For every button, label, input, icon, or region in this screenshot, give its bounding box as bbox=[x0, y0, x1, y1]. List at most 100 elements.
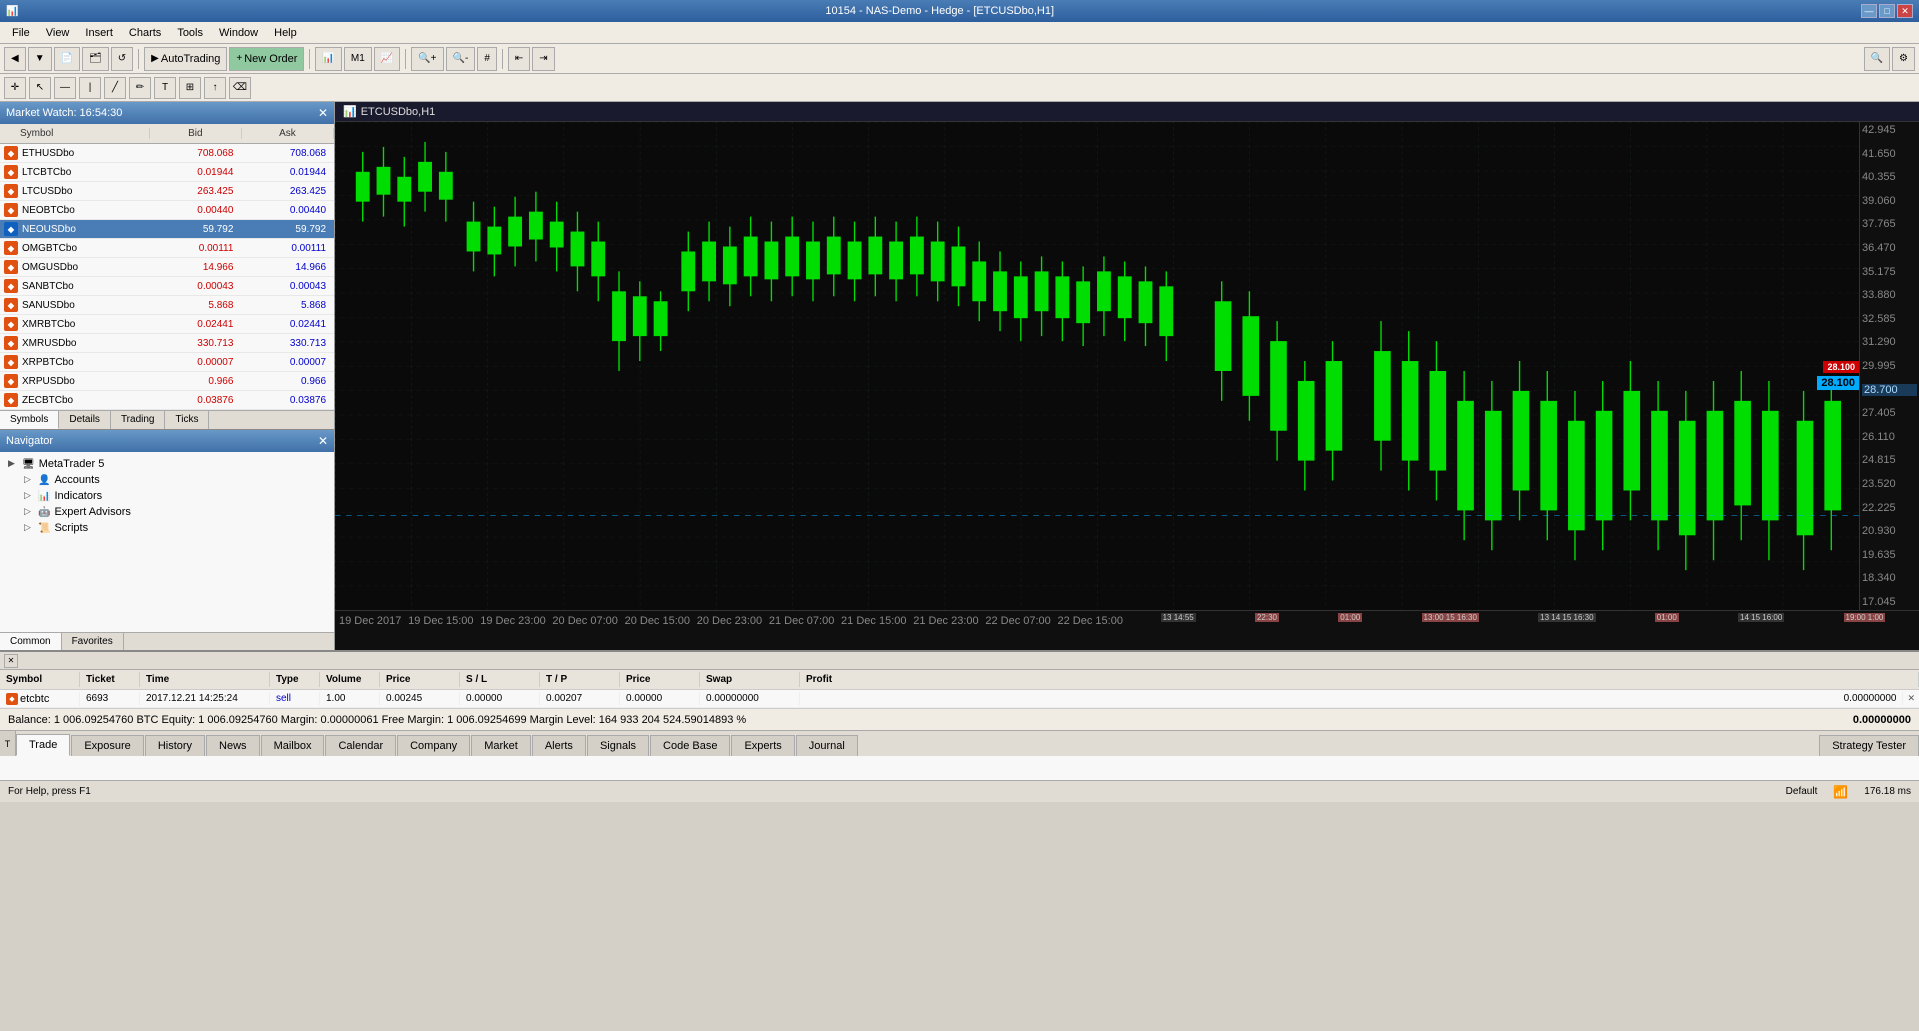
nav-item-accounts[interactable]: ▷ 👤 Accounts bbox=[4, 472, 330, 488]
market-watch-row[interactable]: ◆OMGBTCbo0.001110.00111 bbox=[0, 239, 334, 258]
market-watch-row[interactable]: ◆XMRBTCbo0.024410.02441 bbox=[0, 315, 334, 334]
tab-journal[interactable]: Journal bbox=[796, 735, 858, 756]
market-watch-close[interactable]: ✕ bbox=[318, 106, 328, 120]
zoom-in-btn[interactable]: 🔍+ bbox=[411, 47, 443, 71]
market-watch-row[interactable]: ◆XRPUSDbo0.9660.966 bbox=[0, 372, 334, 391]
market-watch-list: ◆ETHUSDbo708.068708.068◆LTCBTCbo0.019440… bbox=[0, 144, 334, 410]
menu-help[interactable]: Help bbox=[266, 25, 305, 41]
tab-favorites[interactable]: Favorites bbox=[62, 633, 124, 650]
delete-btn[interactable]: ⌫ bbox=[229, 77, 251, 99]
cursor-btn[interactable]: ↖ bbox=[29, 77, 51, 99]
nav-item-mt5[interactable]: ▶ 🖥 MetaTrader 5 bbox=[4, 456, 330, 472]
bottom-panel: ✕ Symbol Ticket Time Type Volume Price S… bbox=[0, 650, 1919, 780]
market-watch-row[interactable]: ◆XMRUSDbo330.713330.713 bbox=[0, 334, 334, 353]
hline-btn[interactable]: — bbox=[54, 77, 76, 99]
tab-ticks[interactable]: Ticks bbox=[165, 411, 209, 429]
nav-item-experts[interactable]: ▷ 🤖 Expert Advisors bbox=[4, 504, 330, 520]
text-btn[interactable]: T bbox=[154, 77, 176, 99]
navigator-title: Navigator bbox=[6, 435, 53, 447]
market-watch-row[interactable]: ◆LTCUSDbo263.425263.425 bbox=[0, 182, 334, 201]
menu-file[interactable]: File bbox=[4, 25, 38, 41]
search-btn[interactable]: 🔍 bbox=[1864, 47, 1890, 71]
tab-mailbox[interactable]: Mailbox bbox=[261, 735, 325, 756]
price-23520: 23.520 bbox=[1862, 478, 1917, 490]
crosshair-btn[interactable]: ✛ bbox=[4, 77, 26, 99]
toolbox-side[interactable]: T bbox=[0, 731, 16, 756]
toolbox-button[interactable]: ✕ bbox=[4, 654, 18, 668]
tab-codebase[interactable]: Code Base bbox=[650, 735, 730, 756]
autotrading-button[interactable]: ▶ AutoTrading bbox=[144, 47, 227, 71]
th-profit: Profit bbox=[800, 672, 1919, 687]
td-profit: 0.00000000 bbox=[800, 692, 1903, 705]
back-button[interactable]: ◀ bbox=[4, 47, 26, 71]
market-watch-row[interactable]: ◆NEOBTCbo0.004400.00440 bbox=[0, 201, 334, 220]
tab-signals[interactable]: Signals bbox=[587, 735, 649, 756]
grid-btn[interactable]: # bbox=[477, 47, 497, 71]
scroll-left-btn[interactable]: ⇤ bbox=[508, 47, 530, 71]
tab-trade[interactable]: Trade bbox=[16, 734, 70, 756]
indicators-icon: 📊 bbox=[38, 491, 50, 502]
tab-common[interactable]: Common bbox=[0, 633, 62, 650]
new-chart-button[interactable]: 📄 bbox=[54, 47, 80, 71]
chart-line-btn[interactable]: 📈 bbox=[374, 47, 400, 71]
market-watch-row[interactable]: ◆SANUSDbo5.8685.868 bbox=[0, 296, 334, 315]
sym-bid: 0.00111 bbox=[149, 243, 242, 254]
td-symbol: ◆ etcbtc bbox=[0, 692, 80, 706]
nav-item-indicators[interactable]: ▷ 📊 Indicators bbox=[4, 488, 330, 504]
fib-btn[interactable]: ⊞ bbox=[179, 77, 201, 99]
chart-canvas-area[interactable]: 28.100 28.100 bbox=[335, 122, 1859, 610]
chart-header: 📊 ETCUSDbo,H1 bbox=[335, 102, 1919, 122]
market-watch-row[interactable]: ◆XRPBTCbo0.000070.00007 bbox=[0, 353, 334, 372]
chart-bar-btn[interactable]: 📊 bbox=[315, 47, 341, 71]
template-button[interactable]: 🗂 bbox=[82, 47, 109, 71]
strategy-tester-btn[interactable]: Strategy Tester bbox=[1819, 735, 1919, 756]
trendline-btn[interactable]: ╱ bbox=[104, 77, 126, 99]
tab-news[interactable]: News bbox=[206, 735, 260, 756]
menu-view[interactable]: View bbox=[38, 25, 78, 41]
forward-button[interactable]: ▼ bbox=[28, 47, 52, 71]
menu-insert[interactable]: Insert bbox=[77, 25, 121, 41]
settings-btn[interactable]: ⚙ bbox=[1892, 47, 1915, 71]
menu-charts[interactable]: Charts bbox=[121, 25, 169, 41]
trade-close-btn[interactable]: ✕ bbox=[1903, 693, 1919, 704]
new-order-button[interactable]: + New Order bbox=[229, 47, 304, 71]
sym-name: ZECBTCbo bbox=[22, 395, 149, 406]
market-watch-row[interactable]: ◆NEOUSDbo59.79259.792 bbox=[0, 220, 334, 239]
toolbar-sep4 bbox=[502, 49, 503, 69]
zoom-out-btn[interactable]: 🔍- bbox=[446, 47, 476, 71]
sym-ask: 0.00007 bbox=[241, 357, 334, 368]
market-watch-row[interactable]: ◆LTCBTCbo0.019440.01944 bbox=[0, 163, 334, 182]
tab-market[interactable]: Market bbox=[471, 735, 531, 756]
arrow-btn[interactable]: ↑ bbox=[204, 77, 226, 99]
market-watch-row[interactable]: ◆SANBTCbo0.000430.00043 bbox=[0, 277, 334, 296]
close-button[interactable]: ✕ bbox=[1897, 4, 1913, 18]
tab-trading[interactable]: Trading bbox=[111, 411, 166, 429]
tab-history[interactable]: History bbox=[145, 735, 205, 756]
navigator-close[interactable]: ✕ bbox=[318, 434, 328, 448]
menu-tools[interactable]: Tools bbox=[169, 25, 211, 41]
tab-calendar[interactable]: Calendar bbox=[325, 735, 396, 756]
nav-item-scripts[interactable]: ▷ 📜 Scripts bbox=[4, 520, 330, 536]
minimize-button[interactable]: — bbox=[1861, 4, 1877, 18]
td-tp: 0.00207 bbox=[540, 692, 620, 705]
market-watch-row[interactable]: ◆ETHUSDbo708.068708.068 bbox=[0, 144, 334, 163]
market-watch-row[interactable]: ◆ZECBTCbo0.038760.03876 bbox=[0, 391, 334, 410]
tab-symbols[interactable]: Symbols bbox=[0, 411, 59, 429]
draw-btn[interactable]: ✏ bbox=[129, 77, 151, 99]
refresh-button[interactable]: ↺ bbox=[111, 47, 133, 71]
price-28700: 28.700 bbox=[1862, 384, 1917, 396]
tab-details[interactable]: Details bbox=[59, 411, 111, 429]
tab-exposure[interactable]: Exposure bbox=[71, 735, 143, 756]
bottom-tabs: T Trade Exposure History News Mailbox Ca… bbox=[0, 730, 1919, 756]
th-swap: Swap bbox=[700, 672, 800, 687]
tab-alerts[interactable]: Alerts bbox=[532, 735, 586, 756]
maximize-button[interactable]: □ bbox=[1879, 4, 1895, 18]
sym-bid: 708.068 bbox=[149, 148, 242, 159]
chart-period-btn[interactable]: M1 bbox=[344, 47, 372, 71]
menu-window[interactable]: Window bbox=[211, 25, 266, 41]
tab-company[interactable]: Company bbox=[397, 735, 470, 756]
scroll-right-btn[interactable]: ⇥ bbox=[532, 47, 554, 71]
vline-btn[interactable]: | bbox=[79, 77, 101, 99]
tab-experts[interactable]: Experts bbox=[731, 735, 794, 756]
market-watch-row[interactable]: ◆OMGUSDbo14.96614.966 bbox=[0, 258, 334, 277]
